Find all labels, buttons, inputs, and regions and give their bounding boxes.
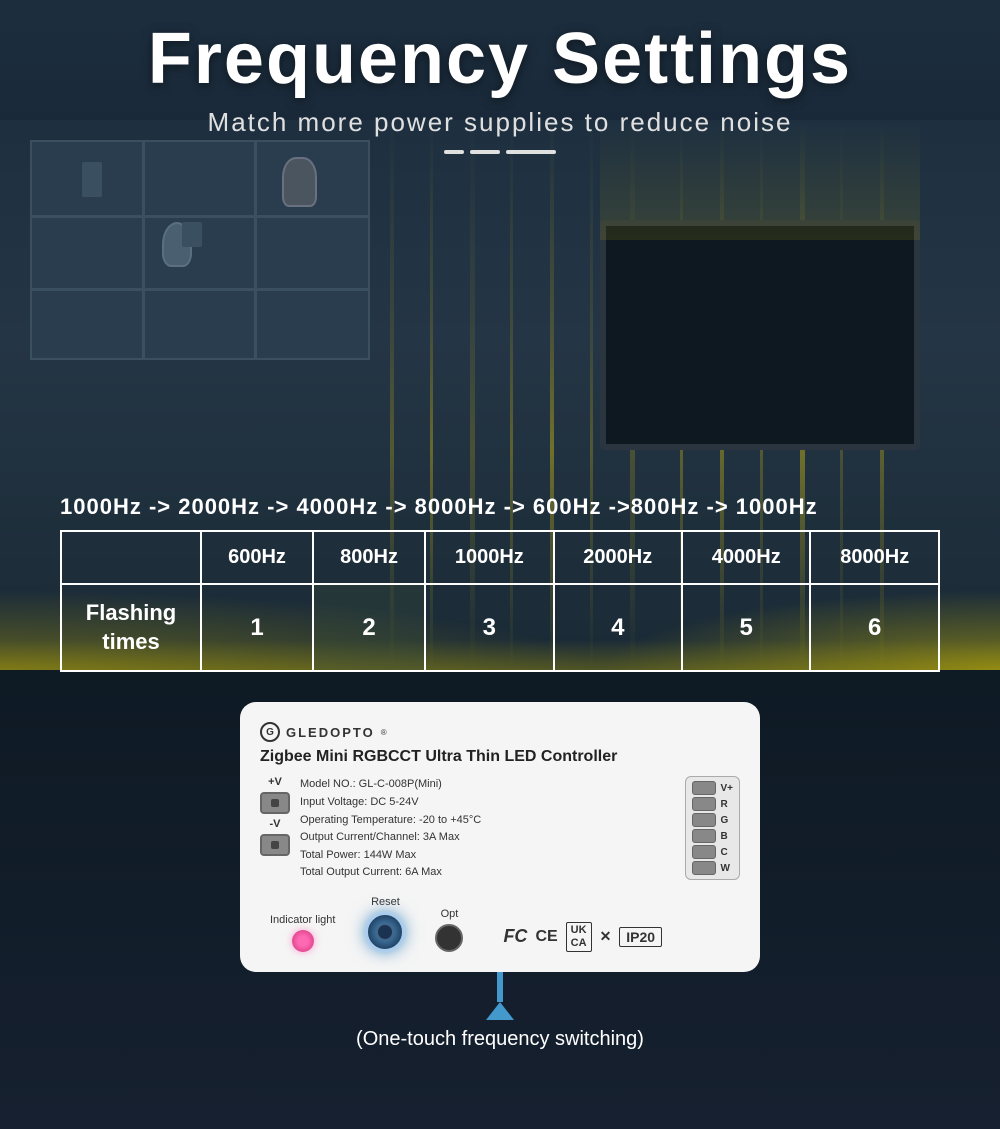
product-card: G GLEDOPTO ® Zigbee Mini RGBCCT Ultra Th… [240, 702, 760, 972]
ip20-badge: IP20 [619, 927, 662, 947]
table-header-1000hz: 1000Hz [425, 531, 553, 584]
port-b: B [692, 829, 733, 843]
spec-temp: Operating Temperature: -20 to +45°C [300, 812, 675, 830]
fc-badge: FC [503, 926, 527, 947]
divider-dot-1 [444, 150, 464, 154]
freq-sequence: 1000Hz -> 2000Hz -> 4000Hz -> 8000Hz -> … [0, 494, 1000, 520]
opt-group: Opt [435, 908, 463, 952]
ce-badge: CE [535, 928, 557, 946]
table-header-8000hz: 8000Hz [810, 531, 939, 584]
logo-icon: G [260, 722, 280, 742]
table-header-4000hz: 4000Hz [682, 531, 810, 584]
port-v-minus [260, 834, 290, 856]
indicator-label: Indicator light [270, 914, 335, 926]
brand-tm: ® [381, 728, 387, 737]
table-cell-6: 6 [810, 584, 939, 671]
indicator-group: Indicator light [270, 914, 335, 952]
arrow-stem [497, 972, 503, 1002]
brand-logo: G GLEDOPTO ® [260, 722, 387, 742]
freq-sequence-text: 1000Hz -> 2000Hz -> 4000Hz -> 8000Hz -> … [60, 494, 818, 519]
card-specs: Model NO.: GL-C-008P(Mini) Input Voltage… [300, 776, 675, 882]
table-header-row: 600Hz 800Hz 1000Hz 2000Hz 4000Hz 8000Hz [61, 531, 939, 584]
spec-voltage: Input Voltage: DC 5-24V [300, 794, 675, 812]
reset-button[interactable] [365, 912, 405, 952]
card-controls: Indicator light Reset Opt FC CE UKCA ✕ I… [260, 896, 740, 952]
spec-current: Output Current/Channel: 3A Max [300, 829, 675, 847]
port-c: C [692, 845, 733, 859]
table-cell-1: 1 [201, 584, 313, 671]
port-v-plus [260, 792, 290, 814]
table-header-800hz: 800Hz [313, 531, 425, 584]
cert-badges: FC CE UKCA ✕ IP20 [493, 922, 672, 952]
card-body: +V -V Model NO.: GL-C-008P(Mini) Input V… [260, 776, 740, 882]
card-header: G GLEDOPTO ® [260, 722, 740, 742]
divider-dot-2 [470, 150, 500, 154]
one-touch-caption: (One-touch frequency switching) [356, 1028, 644, 1051]
reset-button-inner [376, 923, 394, 941]
product-card-section: G GLEDOPTO ® Zigbee Mini RGBCCT Ultra Th… [0, 702, 1000, 1051]
divider-dots [40, 150, 960, 154]
freq-table: 600Hz 800Hz 1000Hz 2000Hz 4000Hz 8000Hz … [60, 530, 940, 672]
table-cell-2: 2 [313, 584, 425, 671]
table-data-row: Flashingtimes 1 2 3 4 5 6 [61, 584, 939, 671]
reset-label: Reset [371, 896, 400, 908]
divider-dot-3 [506, 150, 556, 154]
table-cell-3: 3 [425, 584, 553, 671]
table-cell-4: 4 [554, 584, 682, 671]
table-cell-5: 5 [682, 584, 810, 671]
table-row-label: Flashingtimes [61, 584, 201, 671]
table-header-2000hz: 2000Hz [554, 531, 682, 584]
left-ports: +V -V [260, 776, 290, 856]
tv-unit [600, 220, 920, 450]
port-w: W [692, 861, 733, 875]
arrow-caption-section: (One-touch frequency switching) [356, 972, 644, 1051]
right-ports: V+ R G B C [685, 776, 740, 880]
freq-table-wrapper: 600Hz 800Hz 1000Hz 2000Hz 4000Hz 8000Hz … [0, 520, 1000, 672]
opt-button[interactable] [435, 924, 463, 952]
spec-total-current: Total Output Current: 6A Max [300, 864, 675, 882]
page-subtitle: Match more power supplies to reduce nois… [40, 107, 960, 138]
port-g: G [692, 813, 733, 827]
header: Frequency Settings Match more power supp… [0, 0, 1000, 164]
brand-name: GLEDOPTO [286, 725, 375, 740]
arrow-up-icon [486, 1002, 514, 1020]
indicator-light [292, 930, 314, 952]
opt-label: Opt [441, 908, 459, 920]
reset-group: Reset [365, 896, 405, 952]
table-header-600hz: 600Hz [201, 531, 313, 584]
spec-power: Total Power: 144W Max [300, 847, 675, 865]
product-title: Zigbee Mini RGBCCT Ultra Thin LED Contro… [260, 748, 740, 766]
port-vplus: V+ [692, 781, 733, 795]
ukca-badge: UKCA [566, 922, 592, 952]
port-r: R [692, 797, 733, 811]
page-title: Frequency Settings [40, 20, 960, 99]
shelf-unit [30, 140, 370, 360]
spec-model: Model NO.: GL-C-008P(Mini) [300, 776, 675, 794]
table-header-empty [61, 531, 201, 584]
x-badge: ✕ [600, 928, 612, 945]
